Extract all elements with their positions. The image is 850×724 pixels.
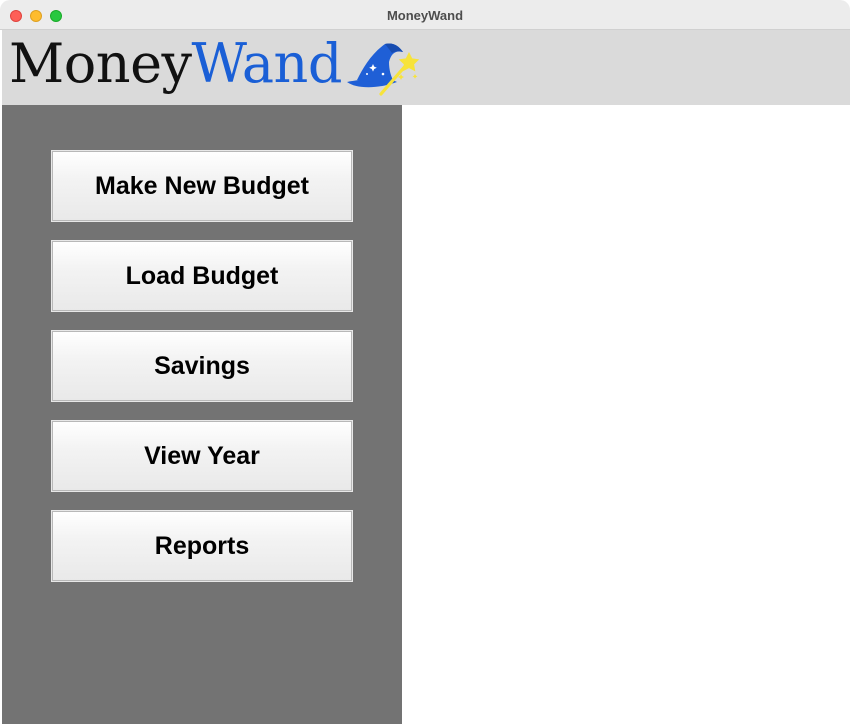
window-title: MoneyWand xyxy=(386,8,464,23)
wizard-hat-wand-icon xyxy=(347,43,420,96)
app-header: MoneyWand xyxy=(2,30,850,105)
logo-wand-text: Wand xyxy=(191,32,343,95)
title-bar[interactable]: MoneyWand xyxy=(0,0,850,30)
app-logo-text: MoneyWand xyxy=(9,33,342,95)
savings-button[interactable]: Savings xyxy=(51,330,353,402)
app-window: MoneyWand MoneyWand Make New Budget Load… xyxy=(0,0,850,724)
make-new-budget-button[interactable]: Make New Budget xyxy=(51,150,353,222)
logo-money-text: Money xyxy=(9,32,192,95)
view-year-button[interactable]: View Year xyxy=(51,420,353,492)
main-content-area xyxy=(402,105,850,724)
reports-button[interactable]: Reports xyxy=(51,510,353,582)
load-budget-button[interactable]: Load Budget xyxy=(51,240,353,312)
sidebar: Make New Budget Load Budget Savings View… xyxy=(2,105,402,724)
